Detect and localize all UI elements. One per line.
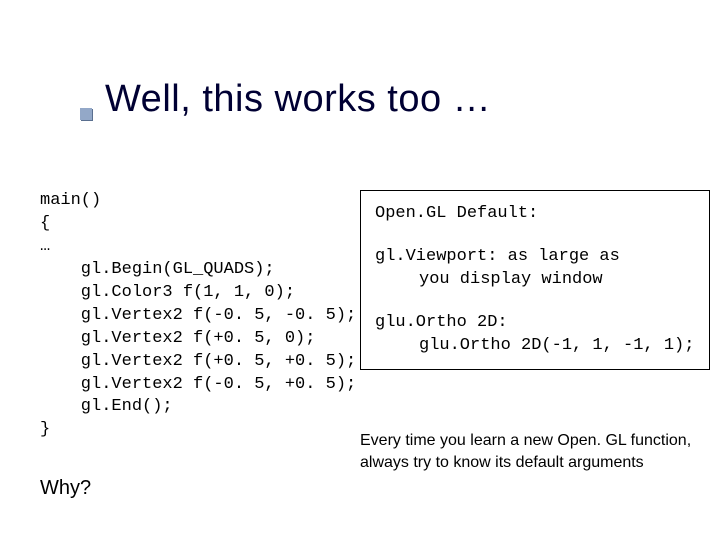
code-line: main()	[40, 191, 101, 210]
code-line: {	[40, 214, 50, 233]
code-line: gl.Vertex2 f(+0. 5, 0);	[40, 329, 315, 348]
code-line: gl.Begin(GL_QUADS);	[40, 260, 275, 279]
code-line: gl.Vertex2 f(+0. 5, +0. 5);	[40, 352, 356, 371]
box-ortho-a: glu.Ortho 2D:	[375, 312, 699, 335]
code-line: gl.End();	[40, 397, 173, 416]
footnote: Every time you learn a new Open. GL func…	[360, 430, 720, 473]
slide-title: Well, this works too …	[105, 78, 491, 121]
box-header: Open.GL Default:	[375, 203, 699, 226]
code-line: …	[40, 237, 50, 256]
box-viewport-a: gl.Viewport: as large as	[375, 246, 699, 269]
code-line: }	[40, 420, 50, 439]
code-line: gl.Vertex2 f(-0. 5, +0. 5);	[40, 375, 356, 394]
default-box: Open.GL Default: gl.Viewport: as large a…	[360, 190, 710, 370]
title-bullet	[80, 108, 92, 120]
box-viewport-b: you display window	[375, 269, 699, 292]
slide: Well, this works too … main() { … gl.Beg…	[0, 0, 720, 540]
why-label: Why?	[40, 477, 91, 500]
code-line: gl.Color3 f(1, 1, 0);	[40, 283, 295, 302]
code-line: gl.Vertex2 f(-0. 5, -0. 5);	[40, 306, 356, 325]
code-block-left: main() { … gl.Begin(GL_QUADS); gl.Color3…	[40, 190, 360, 442]
box-ortho-b: glu.Ortho 2D(-1, 1, -1, 1);	[375, 335, 699, 358]
